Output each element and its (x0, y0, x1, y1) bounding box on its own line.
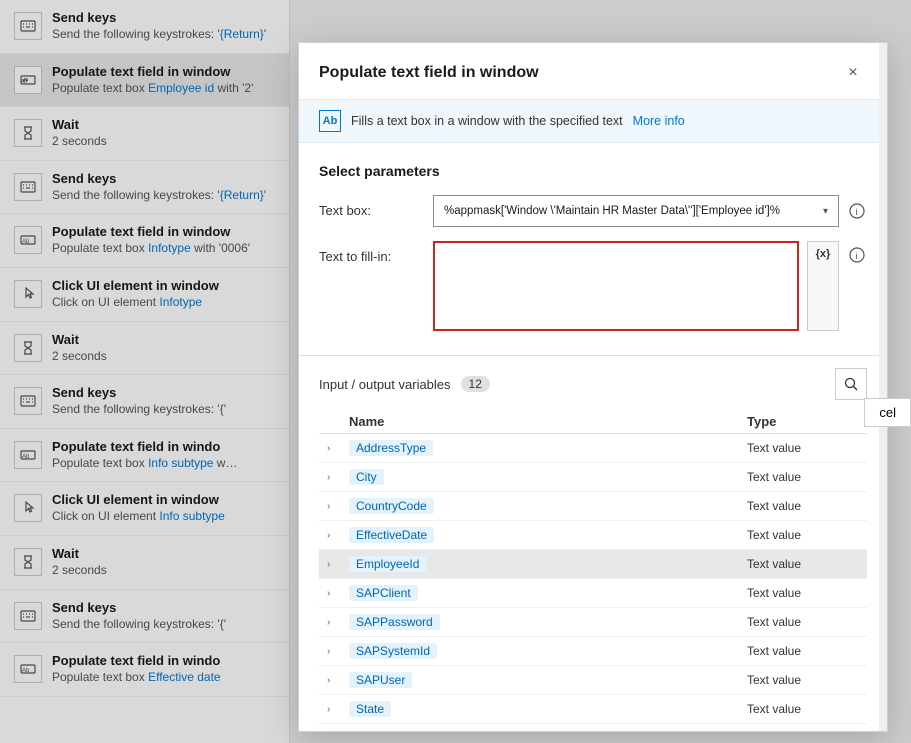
variable-row[interactable]: › AddressType Text value (319, 434, 867, 463)
variables-section: Input / output variables 12 Name Type › … (299, 355, 887, 734)
text-fill-input-wrap: {x} i (433, 241, 867, 331)
var-name-tag: EffectiveDate (349, 527, 434, 543)
var-name: EffectiveDate (349, 527, 747, 543)
modal-dialog: Populate text field in window × Ab Fills… (298, 42, 888, 732)
text-box-label: Text box: (319, 195, 419, 218)
modal-title: Populate text field in window (319, 64, 539, 82)
var-name: SAPClient (349, 585, 747, 601)
col-expand (319, 414, 349, 429)
svg-text:i: i (856, 207, 858, 217)
modal-header: Populate text field in window × (299, 43, 887, 100)
var-name: State (349, 701, 747, 717)
text-fill-row: Text to fill-in: {x} i (319, 241, 867, 331)
var-name: CountryCode (349, 498, 747, 514)
svg-text:i: i (856, 251, 858, 261)
variables-search-button[interactable] (835, 368, 867, 400)
var-name-tag: State (349, 701, 391, 717)
var-name: SAPSystemId (349, 643, 747, 659)
variable-row[interactable]: › SAPUser Text value (319, 666, 867, 695)
variable-row[interactable]: › EmployeeId Text value (319, 550, 867, 579)
variables-header: Input / output variables 12 (319, 356, 867, 410)
variable-row[interactable]: › State Text value (319, 695, 867, 724)
row-chevron-icon: › (319, 646, 349, 657)
variable-row[interactable]: › SAPSystemId Text value (319, 637, 867, 666)
row-chevron-icon: › (319, 501, 349, 512)
var-type: Text value (747, 615, 867, 629)
var-name-tag: SAPUser (349, 672, 412, 688)
chevron-down-icon: ▾ (823, 206, 828, 217)
var-name-tag: SAPPassword (349, 614, 440, 630)
var-type: Text value (747, 702, 867, 716)
variable-row[interactable]: › EffectiveDate Text value (319, 521, 867, 550)
text-box-info-icon[interactable]: i (847, 201, 867, 221)
var-type: Text value (747, 528, 867, 542)
row-chevron-icon: › (319, 588, 349, 599)
variable-row[interactable]: › CountryCode Text value (319, 492, 867, 521)
more-info-link[interactable]: More info (633, 114, 685, 128)
var-name: EmployeeId (349, 556, 747, 572)
row-chevron-icon: › (319, 675, 349, 686)
search-icon (844, 377, 858, 391)
variable-row[interactable]: › SAPPassword Text value (319, 608, 867, 637)
cancel-button[interactable]: cel (864, 398, 911, 427)
row-chevron-icon: › (319, 472, 349, 483)
variable-row[interactable]: › SAPClient Text value (319, 579, 867, 608)
text-fill-info-icon[interactable]: i (847, 245, 867, 265)
info-icon: Ab (319, 110, 341, 132)
text-box-select[interactable]: %appmask['Window \'Maintain HR Master Da… (433, 195, 839, 227)
var-type: Text value (747, 557, 867, 571)
row-chevron-icon: › (319, 530, 349, 541)
var-type: Text value (747, 644, 867, 658)
modal-close-button[interactable]: × (839, 59, 867, 87)
modal-cancel-area: cel (864, 398, 911, 427)
modal-body: Select parameters Text box: %appmask['Wi… (299, 143, 887, 355)
var-type: Text value (747, 441, 867, 455)
modal-info-bar: Ab Fills a text box in a window with the… (299, 100, 887, 143)
section-title: Select parameters (319, 163, 867, 179)
text-fill-label: Text to fill-in: (319, 241, 419, 264)
col-name: Name (349, 414, 747, 429)
var-name-tag: EmployeeId (349, 556, 426, 572)
var-name: SAPPassword (349, 614, 747, 630)
var-name: AddressType (349, 440, 747, 456)
row-chevron-icon: › (319, 617, 349, 628)
text-box-value: %appmask['Window \'Maintain HR Master Da… (444, 205, 823, 217)
variable-icon-button[interactable]: {x} (807, 241, 839, 331)
text-box-input-wrap: %appmask['Window \'Maintain HR Master Da… (433, 195, 867, 227)
variables-table-header: Name Type (319, 410, 867, 434)
var-name-tag: SAPClient (349, 585, 418, 601)
row-chevron-icon: › (319, 559, 349, 570)
variable-row[interactable]: › City Text value (319, 463, 867, 492)
var-name-tag: SAPSystemId (349, 643, 437, 659)
var-type: Text value (747, 673, 867, 687)
modal-info-text: Fills a text box in a window with the sp… (351, 114, 623, 128)
var-type: Text value (747, 499, 867, 513)
var-type: Text value (747, 586, 867, 600)
text-box-row: Text box: %appmask['Window \'Maintain HR… (319, 195, 867, 227)
row-chevron-icon: › (319, 443, 349, 454)
var-name: SAPUser (349, 672, 747, 688)
var-type: Text value (747, 470, 867, 484)
variable-icon: {x} (816, 248, 831, 260)
col-type: Type (747, 414, 867, 429)
var-name: City (349, 469, 747, 485)
var-name-tag: CountryCode (349, 498, 434, 514)
scrollbar[interactable] (879, 43, 887, 731)
variables-label: Input / output variables (319, 377, 451, 392)
var-name-tag: City (349, 469, 384, 485)
var-name-tag: AddressType (349, 440, 433, 456)
row-chevron-icon: › (319, 704, 349, 715)
text-fill-textarea[interactable] (433, 241, 799, 331)
variables-badge: 12 (461, 376, 490, 392)
variables-list: › AddressType Text value › City Text val… (319, 434, 867, 724)
